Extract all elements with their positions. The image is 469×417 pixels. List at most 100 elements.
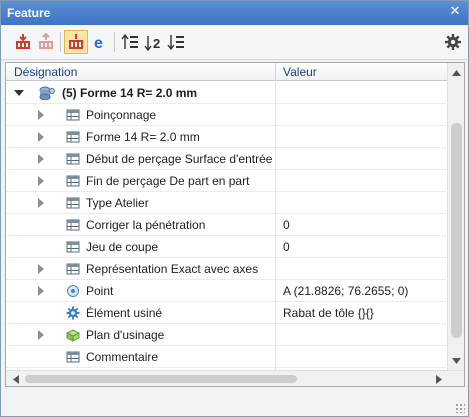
table-row[interactable]: Fin de perçage De part en part <box>6 170 446 192</box>
column-divider <box>275 302 276 324</box>
point-icon <box>66 284 80 298</box>
table-row[interactable]: Corriger la pénétration 0 <box>6 214 446 236</box>
column-header-value[interactable]: Valeur <box>283 65 317 79</box>
table-row[interactable]: Commentaire <box>6 346 446 368</box>
property-grid: Désignation Valeur (5) Forme 14 R= 2.0 m… <box>5 62 465 387</box>
property-label: Type Atelier <box>86 196 149 210</box>
svg-text:e: e <box>94 35 103 51</box>
sort-number-button[interactable]: 2 <box>141 30 165 54</box>
grid-rows: (5) Forme 14 R= 2.0 mm Poinçonnage Forme 1… <box>6 82 446 386</box>
feature-mode-icon <box>69 34 83 49</box>
toolbar-separator <box>60 32 61 52</box>
collapsed-triangle-icon[interactable] <box>38 330 44 340</box>
property-value[interactable]: A (21.8826; 76.2655; 0) <box>283 284 408 298</box>
column-divider <box>275 192 276 214</box>
sort-down-icon <box>167 35 184 51</box>
column-divider <box>275 346 276 368</box>
cog-part-icon <box>66 306 80 320</box>
feature-window: Feature ✕ e 2 Désignation Valeur (5) For… <box>0 0 469 417</box>
column-divider <box>275 104 276 126</box>
property-label: Jeu de coupe <box>86 240 159 254</box>
property-label: Fin de perçage De part en part <box>86 174 250 188</box>
table-icon <box>66 174 80 188</box>
scroll-right-arrow-icon[interactable] <box>431 372 446 386</box>
horizontal-scrollbar[interactable] <box>6 370 464 386</box>
plane-icon <box>65 328 81 342</box>
column-divider <box>275 170 276 192</box>
expanded-triangle-icon[interactable] <box>14 90 24 96</box>
column-divider[interactable] <box>275 63 276 81</box>
table-icon <box>66 108 80 122</box>
column-divider <box>275 214 276 236</box>
horizontal-scroll-thumb[interactable] <box>25 375 297 383</box>
collapsed-triangle-icon[interactable] <box>38 286 44 296</box>
table-icon <box>66 152 80 166</box>
edit-button[interactable]: e <box>88 30 112 54</box>
collapsed-triangle-icon[interactable] <box>38 176 44 186</box>
property-label: Commentaire <box>86 350 159 364</box>
table-icon <box>66 130 80 144</box>
table-row[interactable]: Poinçonnage <box>6 104 446 126</box>
table-icon <box>66 350 80 364</box>
table-row[interactable]: (5) Forme 14 R= 2.0 mm <box>6 82 446 104</box>
remove-feature-icon <box>39 33 53 49</box>
table-row[interactable]: Forme 14 R= 2.0 mm <box>6 126 446 148</box>
vertical-scroll-thumb[interactable] <box>451 123 462 338</box>
toolbar-separator <box>114 32 115 52</box>
table-icon <box>66 218 80 232</box>
window-title: Feature <box>7 6 51 20</box>
sort-number-icon: 2 <box>144 36 160 51</box>
toolbar: e 2 <box>1 25 468 60</box>
table-icon <box>66 262 80 276</box>
property-label: Point <box>86 284 114 298</box>
property-label: Poinçonnage <box>86 108 157 122</box>
property-value[interactable]: 0 <box>283 218 290 232</box>
collapsed-triangle-icon[interactable] <box>38 264 44 274</box>
remove-feature-button[interactable] <box>34 30 58 54</box>
table-row[interactable]: Type Atelier <box>6 192 446 214</box>
title-bar: Feature ✕ <box>1 1 468 25</box>
gear-icon <box>445 34 461 50</box>
collapsed-triangle-icon[interactable] <box>38 132 44 142</box>
scroll-up-arrow-icon[interactable] <box>449 65 464 80</box>
table-row[interactable]: Plan d'usinage <box>6 324 446 346</box>
table-row[interactable]: Jeu de coupe 0 <box>6 236 446 258</box>
table-row[interactable]: Élément usiné Rabat de tôle {}{} <box>6 302 446 324</box>
close-icon[interactable]: ✕ <box>448 4 462 18</box>
scroll-down-arrow-icon[interactable] <box>449 353 464 368</box>
settings-button[interactable] <box>441 30 465 54</box>
property-label: Élément usiné <box>86 306 163 320</box>
insert-feature-icon <box>16 34 30 49</box>
column-divider <box>275 126 276 148</box>
property-value[interactable]: Rabat de tôle {}{} <box>283 306 374 320</box>
column-divider <box>275 258 276 280</box>
property-label: Corriger la pénétration <box>86 218 206 232</box>
property-label: Représentation Exact avec axes <box>86 262 259 276</box>
edit-e-icon: e <box>94 35 103 51</box>
feature-shape-icon <box>39 86 55 101</box>
vertical-scrollbar[interactable] <box>447 63 464 370</box>
table-row[interactable]: Représentation Exact avec axes <box>6 258 446 280</box>
collapsed-triangle-icon[interactable] <box>38 198 44 208</box>
column-divider <box>275 324 276 346</box>
column-divider <box>275 280 276 302</box>
column-header-designation[interactable]: Désignation <box>14 65 77 79</box>
scroll-left-arrow-icon[interactable] <box>8 372 23 386</box>
table-icon <box>66 196 80 210</box>
property-label: Forme 14 R= 2.0 mm <box>86 130 200 144</box>
property-label: Début de perçage Surface d'entrée <box>86 152 273 166</box>
feature-mode-button[interactable] <box>64 30 88 54</box>
sort-up-button[interactable] <box>118 30 142 54</box>
sort-up-icon <box>121 33 138 49</box>
svg-text:2: 2 <box>153 36 160 51</box>
table-row[interactable]: Point A (21.8826; 76.2655; 0) <box>6 280 446 302</box>
column-divider <box>275 148 276 170</box>
collapsed-triangle-icon[interactable] <box>38 110 44 120</box>
sort-down-button[interactable] <box>164 30 188 54</box>
property-value[interactable]: 0 <box>283 240 290 254</box>
insert-feature-button[interactable] <box>11 30 35 54</box>
table-row[interactable]: Début de perçage Surface d'entrée <box>6 148 446 170</box>
resize-grip-icon[interactable] <box>455 403 465 413</box>
collapsed-triangle-icon[interactable] <box>38 154 44 164</box>
column-divider <box>275 82 276 104</box>
